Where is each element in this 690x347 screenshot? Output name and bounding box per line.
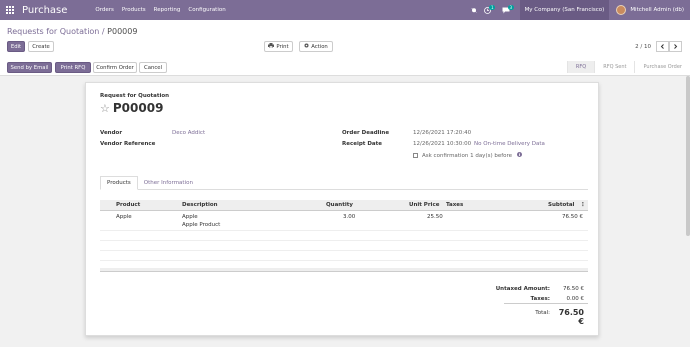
vendor-reference-label: Vendor Reference [100,141,156,147]
col-taxes[interactable]: Taxes [446,202,463,208]
total-value: 76.50 € [558,308,584,326]
receipt-date-label: Receipt Date [342,141,382,147]
menu-reporting[interactable]: Reporting [154,7,181,13]
vendor-label: Vendor [100,130,123,136]
order-deadline-value[interactable]: 12/26/2021 17:20:40 [413,130,471,136]
cell-quantity: 3.00 [343,214,356,220]
ask-confirmation-text: Ask confirmation 1 day(s) before [422,152,513,159]
taxes-value: 0.00 € [566,296,585,302]
pager-previous-button[interactable] [656,41,669,52]
cell-subtotal: 76.50 € [562,214,583,220]
document-type: Request for Quotation [100,93,170,99]
document-name: P00009 [112,101,164,115]
table-empty-row [100,231,588,241]
pager-value[interactable]: 2 / 10 [635,44,651,50]
stage-rfq[interactable]: RFQ [566,61,595,73]
menu-configuration[interactable]: Configuration [188,7,225,13]
avatar [616,5,627,15]
table-empty-row [100,251,588,261]
notebook-tabs: Products Other Information [100,176,588,190]
company-switcher[interactable]: My Company (San Francisco) [519,0,610,20]
user-name: Mitchell Admin (db) [630,7,684,13]
action-button[interactable]: Action [299,41,333,52]
company-name: My Company (San Francisco) [524,7,605,13]
form-statusbar: Send by Email Print RFQ Confirm Order Ca… [0,60,690,76]
totals-divider [504,303,588,304]
chat-icon[interactable]: 3 [502,5,514,14]
confirm-order-button[interactable]: Confirm Order [93,62,137,73]
action-label: Action [311,43,328,50]
cell-description-line2: Apple Product [182,222,221,228]
info-icon[interactable] [517,152,523,159]
table-footer [100,268,588,272]
stage-purchase-order[interactable]: Purchase Order [634,61,690,73]
print-button[interactable]: Print [264,41,293,52]
untaxed-amount-value: 76.50 € [563,286,584,292]
receipt-date-value[interactable]: 12/26/2021 10:30:00 [413,141,471,147]
table-empty-row [100,241,588,251]
col-description[interactable]: Description [182,202,218,208]
breadcrumb-separator: / [99,27,108,36]
ask-confirmation-row: Ask confirmation 1 day(s) before [413,152,523,159]
chat-badge: 3 [508,5,514,10]
create-button[interactable]: Create [28,41,54,52]
form-sheet: Request for Quotation ☆ P00009 Vendor De… [85,82,599,336]
app-brand[interactable]: Purchase [22,5,67,16]
taxes-label: Taxes: [530,296,550,302]
menu-products[interactable]: Products [122,7,146,13]
stage-rfq-sent[interactable]: RFQ Sent [594,61,635,73]
edit-button[interactable]: Edit [7,41,25,52]
cell-unit-price: 25.50 [427,214,443,220]
order-deadline-label: Order Deadline [342,130,390,136]
tab-products[interactable]: Products [100,176,138,190]
star-icon[interactable]: ☆ [100,102,110,115]
breadcrumb-parent[interactable]: Requests for Quotation [7,27,99,36]
col-subtotal[interactable]: Subtotal [548,202,574,208]
status-stages: RFQ RFQ Sent Purchase Order [566,61,690,73]
document-title: ☆ P00009 [100,101,163,115]
user-menu[interactable]: Mitchell Admin (db) [616,5,684,15]
col-quantity[interactable]: Quantity [326,202,353,208]
send-by-email-button[interactable]: Send by Email [7,62,52,73]
page-scrollbar[interactable] [686,76,690,236]
tab-other-information[interactable]: Other Information [138,176,199,189]
top-navbar: Purchase Orders Products Reporting Confi… [0,0,690,20]
untaxed-amount-label: Untaxed Amount: [495,286,550,292]
col-product[interactable]: Product [116,202,140,208]
column-settings-icon[interactable]: ⋮ [580,202,586,208]
pager: 2 / 10 [635,41,682,52]
cell-product[interactable]: Apple [116,214,132,220]
vendor-reference-field[interactable] [172,141,322,148]
ontime-delivery-link[interactable]: No On-time Delivery Data [474,141,545,147]
vendor-value[interactable]: Deco Addict [172,130,205,136]
print-icon [268,43,275,50]
table-header: Product Description Quantity Unit Price … [100,200,588,211]
chevron-left-icon [660,44,664,49]
table-row[interactable]: Apple Apple Apple Product 3.00 25.50 76.… [100,211,588,231]
activity-clock-icon[interactable]: 1 [484,5,496,14]
chevron-right-icon [674,44,678,49]
menu-orders[interactable]: Orders [95,7,114,13]
apps-menu-icon[interactable] [0,0,20,20]
cancel-button[interactable]: Cancel [139,62,167,73]
cell-description-line1: Apple [182,214,198,220]
activity-badge: 1 [489,5,496,10]
print-rfq-button[interactable]: Print RFQ [55,62,91,73]
pager-next-button[interactable] [669,41,682,52]
debug-bug-icon[interactable] [471,7,478,13]
breadcrumb-current: P00009 [107,27,138,36]
total-label: Total: [535,310,550,316]
ask-confirmation-checkbox[interactable] [413,153,418,158]
print-label: Print [276,43,289,50]
gear-icon [304,43,309,50]
breadcrumb: Requests for Quotation / P00009 [7,27,137,36]
col-unit-price[interactable]: Unit Price [409,202,439,208]
